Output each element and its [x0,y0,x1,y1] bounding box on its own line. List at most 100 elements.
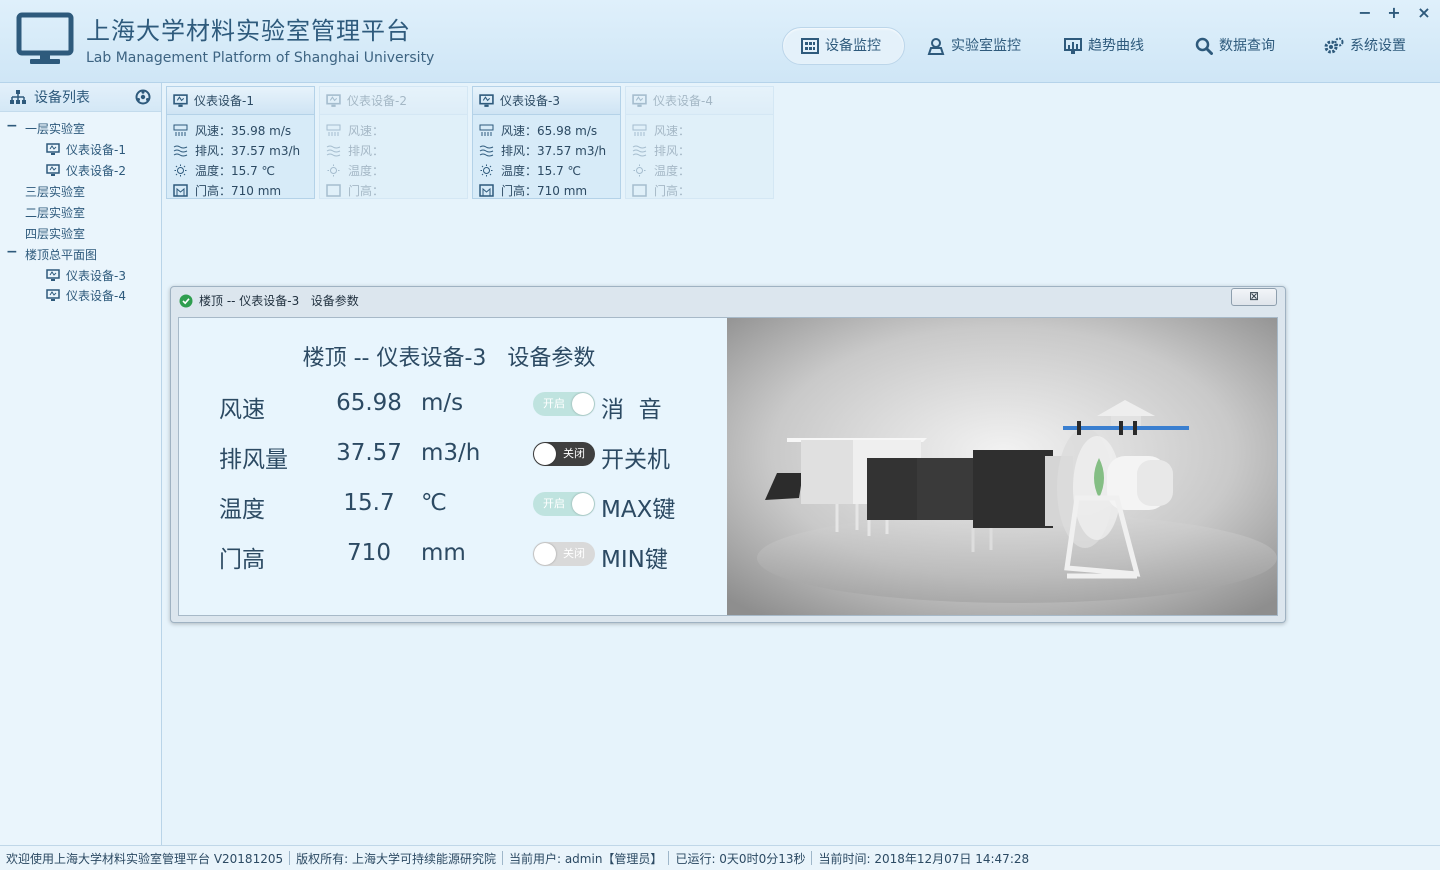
param-value-temperature: 15.7 [343,490,395,516]
nav-system-settings[interactable]: 系统设置 [1306,27,1424,65]
status-welcome: 欢迎使用上海大学材料实验室管理平台 V20181205 [6,851,284,866]
door-icon [479,183,494,197]
nav-label: 系统设置 [1350,38,1406,54]
card-title: 仪表设备-3 [500,94,560,108]
status-copyright: 版权所有: 上海大学可持续能源研究院 [296,851,496,866]
param-label-wind-speed: 风速 [219,397,265,423]
wind-icon [479,145,494,156]
card-row-temperature: 温度： [320,160,467,180]
door-icon [632,183,647,197]
collapse-floor1-icon[interactable]: − [6,118,18,134]
param-label-door-height: 门高 [219,547,265,573]
device-param-dialog: 楼顶 -- 仪表设备-3 设备参数 ⊠ 楼顶 -- 仪表设备-3 设备参数 风速… [170,286,1286,623]
tree-node-floor4[interactable]: 四层实验室 [25,225,85,242]
status-user: 当前用户: admin【管理员】 [508,851,663,866]
toggle-knob [572,393,594,415]
param-unit-exhaust: m3/h [421,440,481,466]
dialog-close-button[interactable]: ⊠ [1231,288,1277,306]
card-row-temperature: 温度：15.7 ℃ [473,160,620,180]
max-key-toggle[interactable]: 开启 [533,492,595,516]
maximize-button[interactable]: + [1382,3,1406,23]
tree-node-label: 三层实验室 [25,185,86,199]
dialog-title: 楼顶 -- 仪表设备-3 设备参数 [199,294,359,308]
sitemap-icon [10,90,26,104]
device-monitor-icon [46,164,60,176]
app-subtitle: Lab Management Platform of Shanghai Univ… [86,50,435,66]
search-icon [1195,37,1213,55]
card-title: 仪表设备-1 [194,94,254,108]
close-button[interactable]: × [1412,3,1436,23]
chart-icon [1064,38,1082,54]
tree-leaf-device4[interactable]: 仪表设备-4 [46,287,126,304]
tree-leaf-device1[interactable]: 仪表设备-1 [46,141,126,158]
shield-icon [179,294,193,307]
wind-icon [632,145,647,156]
status-bar: 欢迎使用上海大学材料实验室管理平台 V20181205 版权所有: 上海大学可持… [0,845,1440,870]
collapse-roof-icon[interactable]: − [6,244,18,260]
tree-leaf-label: 仪表设备-1 [66,143,126,157]
param-unit-door-height: mm [421,540,466,566]
card-title: 仪表设备-4 [653,94,713,108]
dialog-titlebar[interactable]: 楼顶 -- 仪表设备-3 设备参数 [171,287,1285,314]
fan-icon [479,124,494,136]
sun-icon [174,164,187,176]
device-monitor-icon [326,93,341,107]
door-icon [173,183,188,197]
min-key-toggle[interactable]: 关闭 [533,542,595,566]
wind-icon [173,145,188,156]
tree-leaf-label: 仪表设备-2 [66,164,126,178]
param-heading: 楼顶 -- 仪表设备-3 设备参数 [302,346,596,371]
device-monitor-icon [46,269,60,281]
device-card-2[interactable]: 仪表设备-2 风速： 排风： 温度： 门高： [319,86,468,199]
device-monitor-icon [632,93,647,107]
fan-icon [173,124,188,136]
tree-node-roof-plan[interactable]: 楼顶总平面图 [25,246,97,263]
max-key-caption: MAX键 [601,497,676,523]
card-row-wind-speed: 风速：65.98 m/s [473,120,620,140]
device-card-4[interactable]: 仪表设备-4 风速： 排风： 温度： 门高： [625,86,774,199]
tree-node-floor1[interactable]: 一层实验室 [25,120,85,137]
mute-toggle[interactable]: 开启 [533,392,595,416]
device-monitor-icon [46,143,60,155]
tree-leaf-device3[interactable]: 仪表设备-3 [46,267,126,284]
fan-icon [632,124,647,136]
power-toggle[interactable]: 关闭 [533,442,595,466]
user-pin-icon [927,38,945,55]
card-row-wind-speed: 风速： [320,120,467,140]
nav-label: 数据查询 [1219,38,1275,54]
param-label-temperature: 温度 [219,497,265,523]
toggle-state: 开启 [543,397,565,410]
card-row-wind-speed: 风速： [626,120,773,140]
minimize-button[interactable]: − [1353,3,1377,23]
nav-device-monitor[interactable]: 设备监控 [782,27,905,65]
card-row-exhaust: 排风： [320,140,467,160]
tree-node-floor3[interactable]: 三层实验室 [25,183,85,200]
card-header: 仪表设备-3 [473,87,620,115]
device-card-3[interactable]: 仪表设备-3 风速：65.98 m/s 排风：37.57 m3/h 温度：15.… [472,86,621,199]
param-value-exhaust: 37.57 [336,440,402,466]
tree-node-label: 一层实验室 [25,122,86,136]
card-row-exhaust: 排风：37.57 m3/h [167,140,314,160]
toggle-state: 关闭 [563,547,585,560]
tree-leaf-device2[interactable]: 仪表设备-2 [46,162,126,179]
toggle-state: 开启 [543,497,565,510]
refresh-ball-icon[interactable] [135,89,151,105]
card-row-temperature: 温度： [626,160,773,180]
device-monitor-icon [46,289,60,301]
tree-node-floor2[interactable]: 二层实验室 [25,204,85,221]
card-row-door-height: 门高：710 mm [167,180,314,200]
nav-label: 趋势曲线 [1088,38,1144,54]
card-row-door-height: 门高：710 mm [473,180,620,200]
card-row-door-height: 门高： [626,180,773,200]
device-card-1[interactable]: 仪表设备-1 风速：35.98 m/s 排风：37.57 m3/h 温度：15.… [166,86,315,199]
dialog-body: 楼顶 -- 仪表设备-3 设备参数 风速 65.98 m/s 排风量 37.57… [178,317,1278,616]
card-row-door-height: 门高： [320,180,467,200]
nav-trend-curve[interactable]: 趋势曲线 [1046,27,1162,65]
status-divider [811,851,813,865]
sun-icon [327,164,340,176]
status-time: 当前时间: 2018年12月07日 14:47:28 [818,851,1030,866]
device-monitor-icon [479,93,494,107]
param-value-wind-speed: 65.98 [336,390,402,416]
nav-lab-monitor[interactable]: 实验室监控 [909,27,1039,65]
nav-data-query[interactable]: 数据查询 [1177,27,1293,65]
